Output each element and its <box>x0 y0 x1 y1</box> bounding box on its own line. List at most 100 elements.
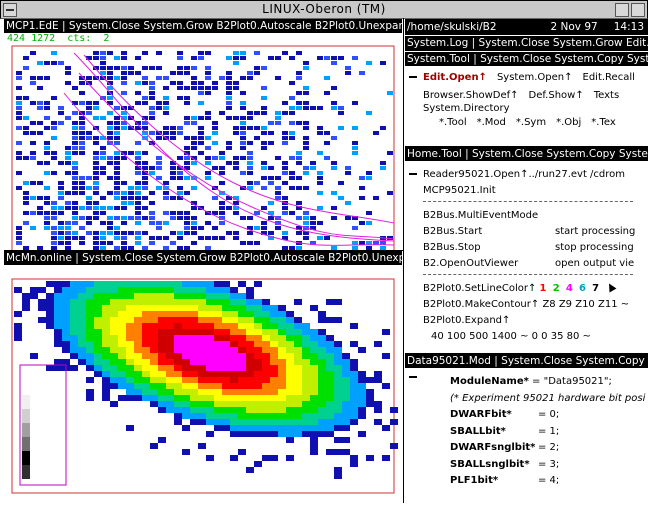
heatmap-cell <box>286 365 294 371</box>
viewer-menu-label[interactable]: System.Log | System.Close System.Grow Ed… <box>407 37 648 49</box>
scatter-cell <box>184 116 190 120</box>
scatter-cell <box>37 206 43 210</box>
color-option-6[interactable]: 6 <box>579 283 586 294</box>
viewer-module-source[interactable]: Data95021.Mod | System.Close System.Copy… <box>405 354 648 503</box>
viewer-mcp1[interactable]: MCP1.EdE | System.Close System.Grow B2Pl… <box>4 19 402 250</box>
color-option-1[interactable]: 1 <box>540 283 547 294</box>
color-option-2[interactable]: 2 <box>553 283 560 294</box>
ext-sym[interactable]: *.Sym <box>516 115 546 130</box>
plot-heatmap[interactable] <box>4 265 402 501</box>
cmd-system-directory[interactable]: System.Directory <box>423 103 510 114</box>
system-track-bar[interactable]: /home/skulski/B2 2 Nov 97 14:13 <box>405 19 648 35</box>
src-name[interactable]: ModuleName* <box>450 376 529 387</box>
tool-text[interactable]: Edit.Open↑ System.Open↑ Edit.Recall Browse… <box>423 70 646 130</box>
system-track-header[interactable]: /home/skulski/B2 2 Nov 97 14:13 <box>405 19 648 35</box>
src-name[interactable]: SBALLsnglbit* <box>450 459 530 470</box>
module-source-text[interactable]: ModuleName* = "Data95021"; (* Experiment… <box>450 374 646 490</box>
viewer-menu-bar[interactable]: System.Log | System.Close System.Grow Ed… <box>405 36 648 51</box>
viewer-menu-label[interactable]: Home.Tool | System.Close System.Copy Sys… <box>407 148 648 160</box>
viewer-system-tool[interactable]: System.Tool | System.Close System.Copy S… <box>405 52 648 146</box>
expand-args[interactable]: 40 100 500 1400 ~ 0 0 35 80 ~ <box>431 331 591 342</box>
cmd-open-out-viewer[interactable]: B2.OpenOutViewer <box>423 258 518 269</box>
viewer-menu-bar[interactable]: McMn.online | System.Close System.Grow B… <box>4 251 402 265</box>
scatter-cell <box>254 226 260 230</box>
ext-mod[interactable]: *.Mod <box>477 115 506 130</box>
scatter-cell <box>289 106 295 110</box>
heatmap-cell <box>382 455 390 461</box>
viewer-menu-label[interactable]: System.Tool | System.Close System.Copy S… <box>407 53 648 65</box>
heatmap-cell <box>198 371 206 377</box>
heatmap-cell <box>142 371 150 377</box>
scroll-mark[interactable] <box>409 173 417 175</box>
src-value[interactable]: = 0; <box>538 407 559 424</box>
heatmap-cell <box>174 377 182 383</box>
cmd-def-show[interactable]: Def.Show↑ <box>529 88 584 103</box>
src-comment[interactable]: (* Experiment 95021 hardware bit posi <box>450 393 645 404</box>
viewer-menu-bar[interactable]: Home.Tool | System.Close System.Copy Sys… <box>405 147 648 161</box>
cmd-edit-open[interactable]: Edit.Open↑ <box>423 70 487 85</box>
heatmap-cell <box>206 419 214 425</box>
color-option-4[interactable]: 4 <box>566 283 573 294</box>
scatter-cell <box>212 166 218 170</box>
cmd-make-contour[interactable]: B2Plot0.MakeContour↑ Z8 Z9 Z10 Z11 ~ <box>423 299 629 310</box>
heatmap-cell <box>206 341 214 347</box>
maximize-icon[interactable] <box>631 3 645 17</box>
scatter-cell <box>23 156 29 160</box>
heatmap-cell <box>262 389 270 395</box>
cmd-set-line-color[interactable]: B2Plot0.SetLineColor↑ <box>423 283 536 294</box>
minimize-icon[interactable] <box>615 3 629 17</box>
heatmap-cell <box>182 281 190 287</box>
heatmap-cell <box>214 299 222 305</box>
scatter-cell <box>72 141 78 145</box>
ext-tool[interactable]: *.Tool <box>439 115 467 130</box>
viewer-menu-label[interactable]: McMn.online | System.Close System.Grow B… <box>6 252 402 264</box>
heatmap-cell <box>334 341 342 347</box>
src-name[interactable]: DWARFbit* <box>450 409 512 420</box>
scatter-cell <box>261 166 267 170</box>
src-value[interactable]: = 1; <box>538 424 559 441</box>
heatmap-cell <box>118 311 126 317</box>
cmd-system-open[interactable]: System.Open↑ <box>497 70 573 85</box>
home-line1[interactable]: Reader95021.Open↑../run27.evt /cdrom <box>423 169 625 180</box>
cmd-bus-start[interactable]: B2Bus.Start <box>423 226 482 237</box>
src-value[interactable]: = "Data95021"; <box>532 376 612 387</box>
window-title-bar[interactable]: LINUX-Oberon (TM) <box>0 0 648 19</box>
cmd-multievent[interactable]: B2Bus.MultiEventMode <box>423 210 538 221</box>
heatmap-cell <box>254 299 262 305</box>
viewer-menu-bar[interactable]: System.Tool | System.Close System.Copy S… <box>405 52 648 66</box>
viewer-menu-bar[interactable]: Data95021.Mod | System.Close System.Copy… <box>405 354 648 368</box>
viewer-mcmn-online[interactable]: McMn.online | System.Close System.Grow B… <box>4 251 402 501</box>
src-value[interactable]: = 2; <box>538 440 559 457</box>
src-value[interactable]: = 4; <box>538 473 559 490</box>
ext-tex[interactable]: *.Tex <box>591 115 615 130</box>
home-text[interactable]: Reader95021.Open↑../run27.evt /cdrom MCP… <box>423 167 646 345</box>
color-option-7[interactable]: 7 <box>592 283 599 294</box>
scroll-mark[interactable] <box>409 376 417 378</box>
cmd-edit-recall[interactable]: Edit.Recall <box>583 70 635 85</box>
viewer-menu-label[interactable]: MCP1.EdE | System.Close System.Grow B2Pl… <box>6 20 402 32</box>
src-value[interactable]: = 3; <box>538 457 559 474</box>
heatmap-cell <box>230 455 238 461</box>
heatmap-cell <box>238 281 246 287</box>
cmd-bus-stop[interactable]: B2Bus.Stop <box>423 242 481 253</box>
src-name[interactable]: DWARFsnglbit* <box>450 442 535 453</box>
viewer-system-log[interactable]: System.Log | System.Close System.Grow Ed… <box>405 36 648 52</box>
cmd-texts[interactable]: Texts <box>594 88 619 103</box>
src-name[interactable]: SBALLbit* <box>450 426 506 437</box>
src-name[interactable]: PLF1bit* <box>450 475 498 486</box>
track-path[interactable]: /home/skulski/B2 <box>407 21 497 33</box>
viewer-menu-bar[interactable]: MCP1.EdE | System.Close System.Grow B2Pl… <box>4 19 402 33</box>
scatter-cell <box>170 161 176 165</box>
viewer-menu-label[interactable]: Data95021.Mod | System.Close System.Copy… <box>407 355 648 367</box>
scatter-cell <box>58 231 64 235</box>
viewer-home-tool[interactable]: Home.Tool | System.Close System.Copy Sys… <box>405 147 648 353</box>
cmd-browser-showdef[interactable]: Browser.ShowDef↑ <box>423 88 519 103</box>
scatter-cell <box>100 206 106 210</box>
ext-obj[interactable]: *.Obj <box>556 115 581 130</box>
cmd-expand[interactable]: B2Plot0.Expand↑ <box>423 315 510 326</box>
home-line2[interactable]: MCP95021.Init <box>423 185 496 196</box>
plot-scatter[interactable]: 424 1272 cts: 2 <box>4 33 402 250</box>
scroll-mark[interactable] <box>409 76 417 78</box>
scatter-cell <box>247 231 253 235</box>
heatmap-cell <box>190 335 198 341</box>
